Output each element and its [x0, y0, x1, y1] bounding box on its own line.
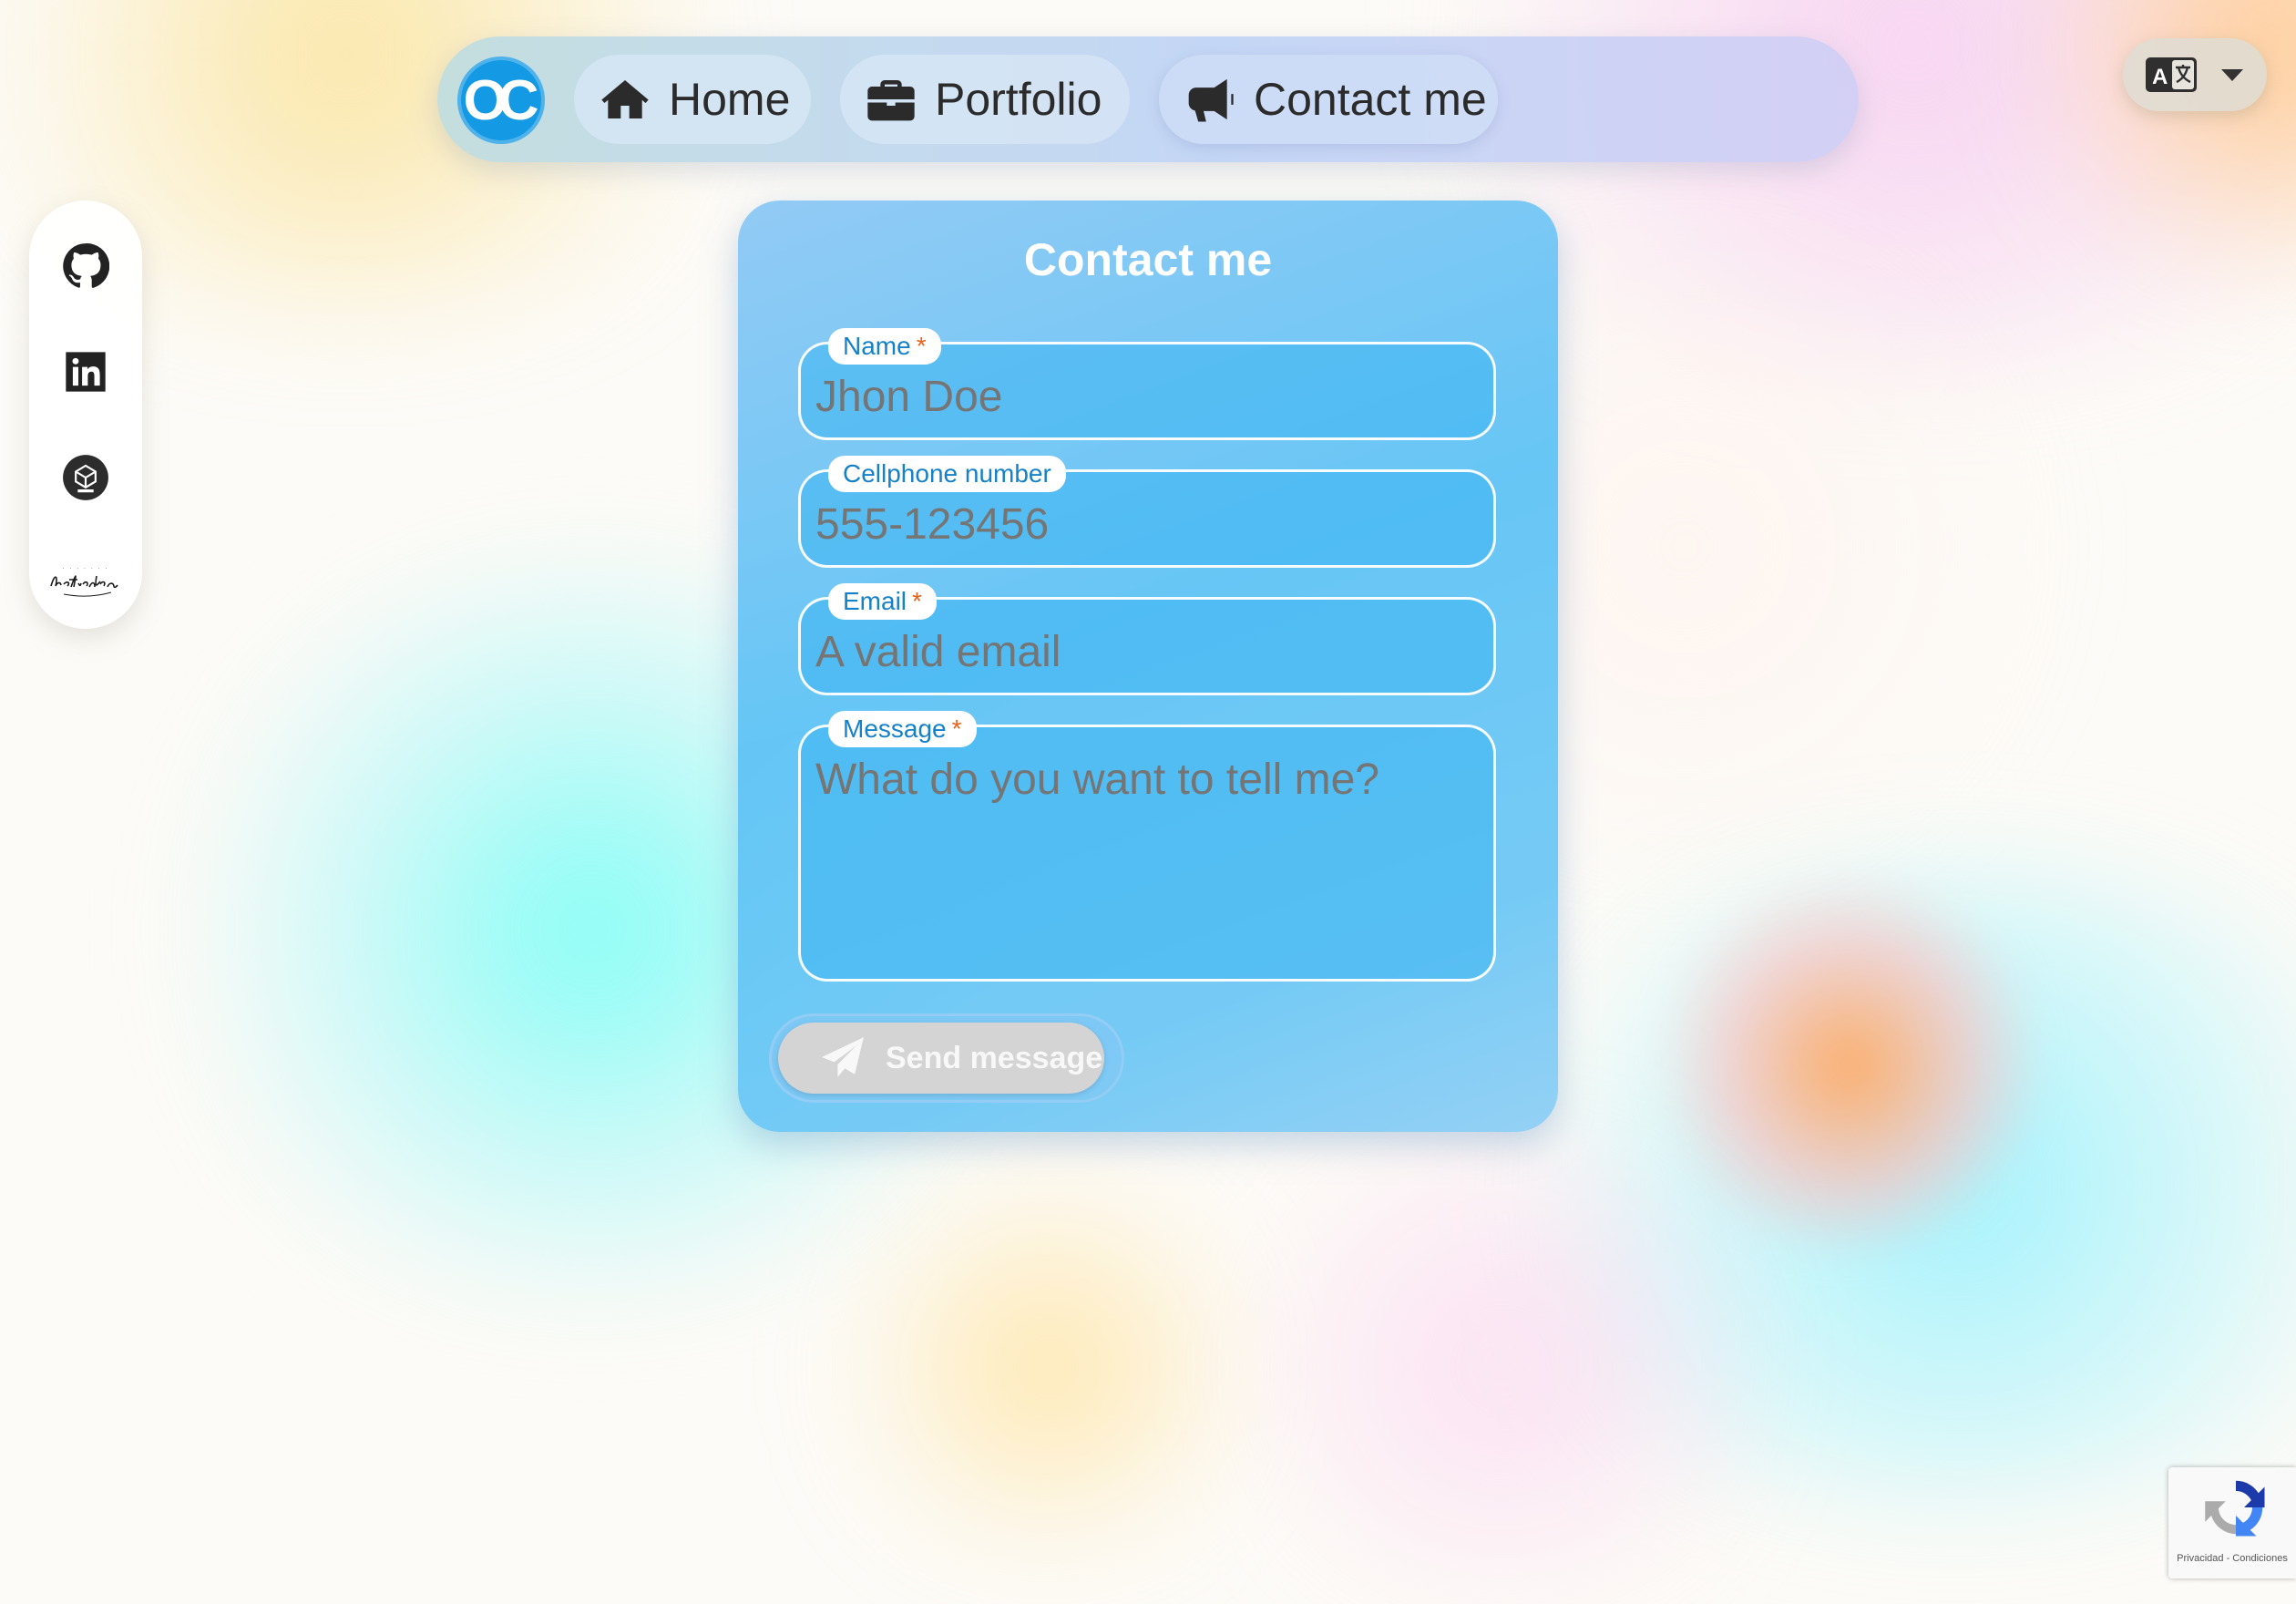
top-navigation: OC Home Portfolio Contact me: [437, 36, 1859, 162]
recaptcha-footer[interactable]: Privacidad - Condiciones: [2168, 1553, 2296, 1564]
nav-contact-label: Contact me: [1254, 74, 1487, 125]
language-selector[interactable]: A: [2123, 38, 2267, 111]
translate-icon: A: [2146, 57, 2197, 92]
send-message-label: Send message: [886, 1040, 1103, 1075]
email-label: Email *: [828, 583, 937, 620]
megaphone-icon: [1188, 78, 1234, 122]
github-link[interactable]: [56, 237, 115, 295]
nav-portfolio-label: Portfolio: [935, 74, 1102, 125]
linkedin-icon: [66, 352, 106, 392]
la-tienda-link[interactable]: · · · · · · ·: [42, 538, 129, 620]
paper-plane-icon: [822, 1037, 864, 1077]
social-links-sidebar: · · · · · · ·: [29, 200, 142, 629]
svg-text:· · · · · · ·: · · · · · · ·: [63, 566, 109, 572]
message-input[interactable]: [815, 755, 1479, 937]
phone-label: Cellphone number: [828, 456, 1066, 492]
name-input[interactable]: [815, 372, 1479, 422]
message-field: Message*: [798, 711, 1496, 982]
phone-field: Cellphone number: [798, 456, 1496, 568]
nav-home[interactable]: Home: [574, 55, 811, 144]
briefcase-icon: [867, 80, 915, 121]
form-title: Contact me: [1023, 234, 1273, 285]
contact-form-card: Contact me Name* Cellphone number Email*…: [738, 200, 1558, 1132]
name-field: Name*: [798, 328, 1496, 440]
beat-link[interactable]: [56, 448, 115, 507]
phone-input[interactable]: [815, 499, 1479, 550]
recaptcha-badge[interactable]: Privacidad - Condiciones: [2168, 1467, 2296, 1578]
linkedin-link[interactable]: [56, 343, 115, 401]
required-mark: *: [912, 587, 922, 615]
required-mark: *: [916, 332, 927, 360]
svg-text:A: A: [2152, 65, 2168, 89]
caret-down-icon: [2221, 68, 2243, 81]
la-tienda-logo-icon: · · · · · · ·: [50, 566, 118, 597]
nav-home-label: Home: [669, 74, 791, 125]
beat-logo-icon: [63, 455, 108, 500]
message-label: Message *: [828, 711, 977, 747]
home-icon: [601, 80, 649, 118]
nav-contact[interactable]: Contact me: [1159, 55, 1498, 144]
send-button-wrapper: Send message: [769, 1013, 1124, 1103]
site-logo[interactable]: OC: [457, 57, 545, 144]
email-input[interactable]: [815, 627, 1479, 677]
nav-portfolio[interactable]: Portfolio: [840, 55, 1130, 144]
recaptcha-icon: [2205, 1480, 2265, 1537]
required-mark: *: [951, 715, 962, 743]
email-field: Email*: [798, 583, 1496, 695]
name-label: Name *: [828, 328, 941, 365]
send-message-button[interactable]: Send message: [778, 1023, 1104, 1094]
github-icon: [63, 243, 109, 288]
